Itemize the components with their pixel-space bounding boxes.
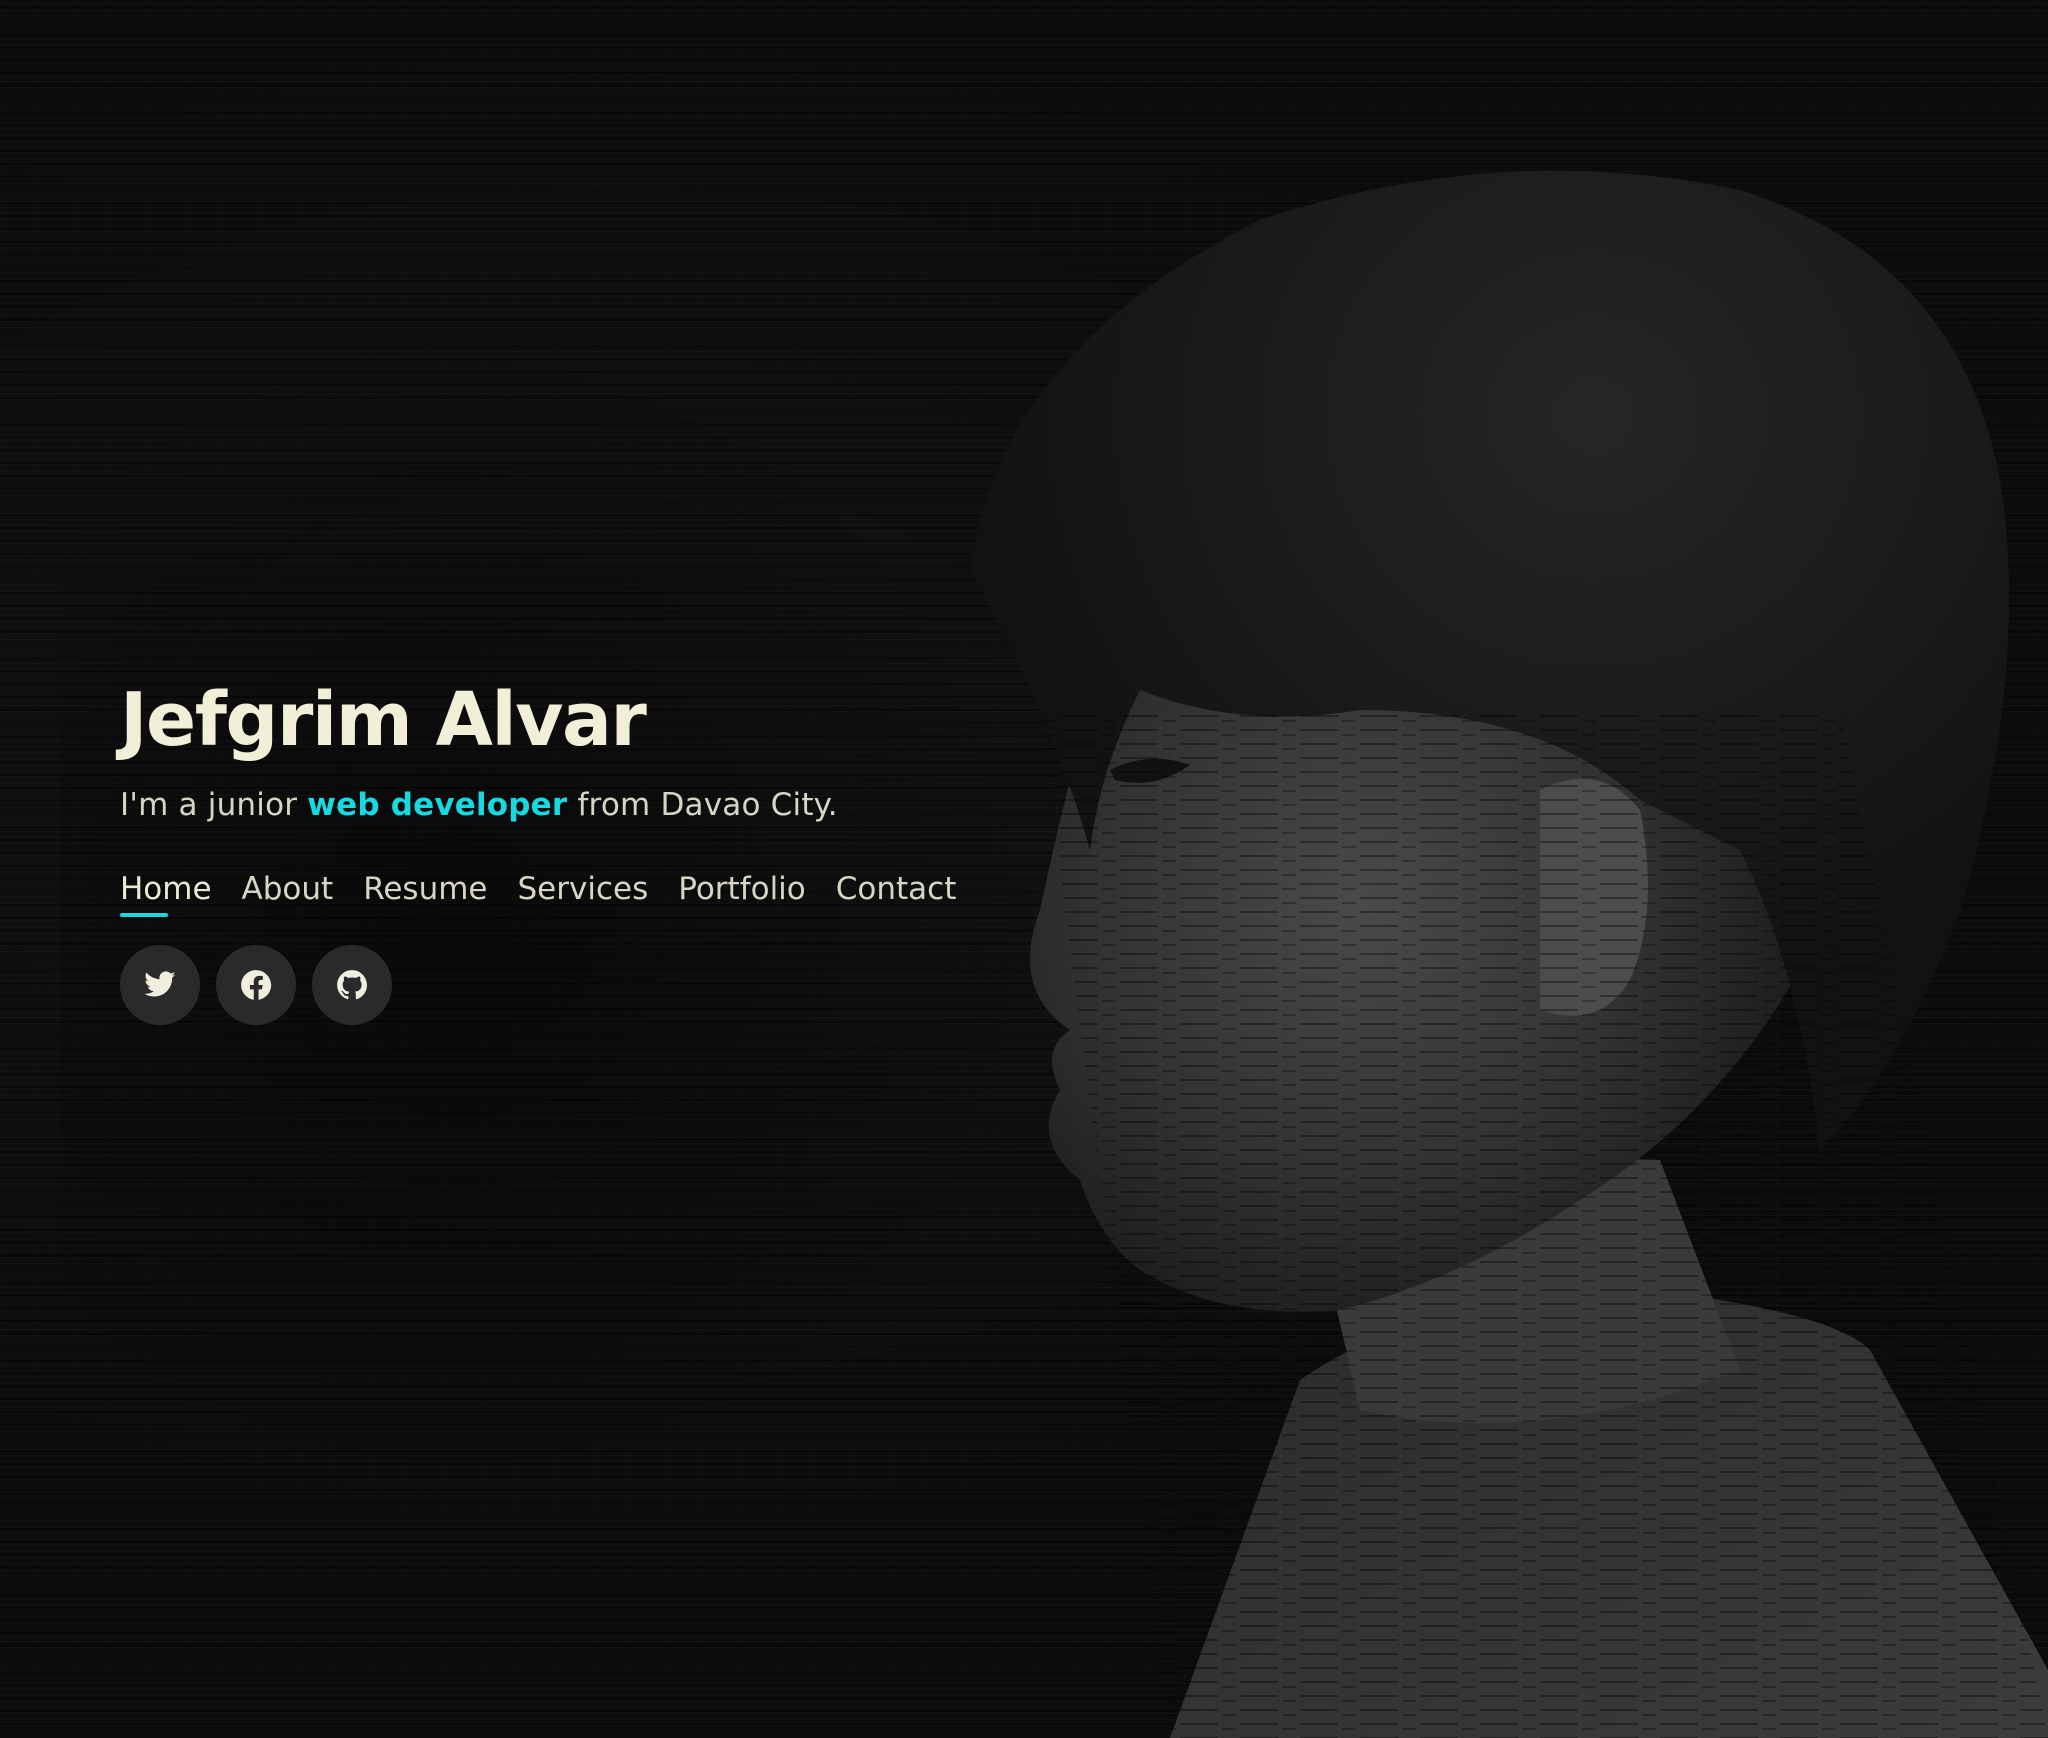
portrait-silhouette: [970, 170, 2048, 1738]
nav-item-services[interactable]: Services: [518, 871, 649, 917]
nav-item-home[interactable]: Home: [120, 871, 212, 918]
twitter-button[interactable]: [120, 945, 200, 1026]
github-button[interactable]: [312, 945, 392, 1026]
main-nav: Home About Resume Services Portfolio Con…: [120, 871, 1020, 918]
github-icon: [337, 970, 368, 1000]
hero-subtitle: I'm a junior web developer from Davao Ci…: [120, 787, 1020, 823]
nav-item-portfolio[interactable]: Portfolio: [678, 871, 806, 917]
nav-item-contact[interactable]: Contact: [836, 871, 957, 917]
hero-name: Jefgrim Alvar: [120, 677, 647, 763]
page: Jefgrim Alvar I'm a junior web developer…: [0, 0, 2048, 1738]
facebook-button[interactable]: [216, 945, 296, 1026]
hero-section: Jefgrim Alvar I'm a junior web developer…: [120, 677, 1020, 1026]
profile-portrait: [940, 150, 2048, 1738]
social-links: [120, 945, 1020, 1026]
nav-item-about[interactable]: About: [242, 871, 334, 917]
facebook-icon: [241, 970, 272, 1001]
nav-item-resume[interactable]: Resume: [363, 871, 487, 917]
subtitle-suffix: from Davao City.: [567, 787, 838, 824]
twitter-icon: [144, 971, 176, 997]
subtitle-prefix: I'm a junior: [120, 787, 308, 824]
subtitle-highlight: web developer: [307, 787, 568, 824]
